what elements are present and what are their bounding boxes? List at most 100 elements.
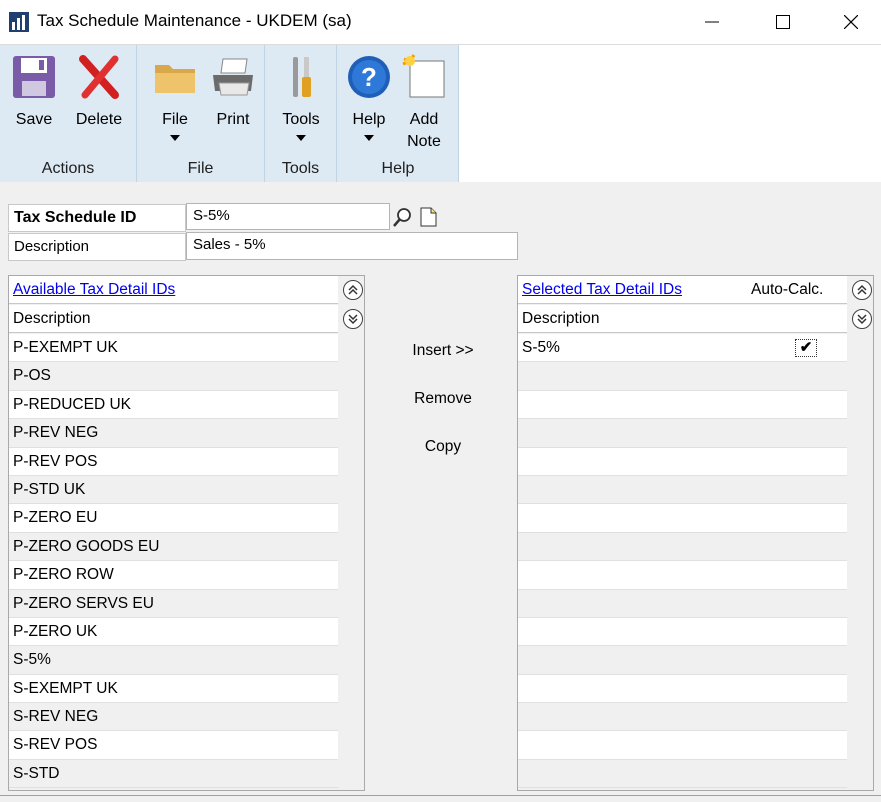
collapse-button[interactable]	[852, 280, 872, 300]
table-row[interactable]	[518, 674, 847, 704]
table-row[interactable]	[518, 589, 847, 618]
folder-icon	[155, 65, 195, 93]
table-row[interactable]	[518, 362, 847, 391]
delete-label: Delete	[75, 111, 123, 128]
maximize-icon	[776, 15, 790, 29]
table-row[interactable]	[518, 703, 847, 732]
ribbon-group-label: Actions	[41, 160, 95, 177]
selected-tax-detail-grid: Selected Tax Detail IDs Auto-Calc. Descr…	[517, 275, 874, 791]
selected-tax-detail-ids-link[interactable]: Selected Tax Detail IDs	[522, 281, 682, 298]
chevron-down-double-icon	[348, 314, 358, 325]
copy-button[interactable]: Copy	[388, 438, 498, 456]
table-row[interactable]: S-5% ✔	[518, 334, 847, 363]
minimize-button[interactable]	[681, 0, 743, 44]
help-button[interactable]: ? Help	[339, 45, 399, 155]
table-row[interactable]: P-ZERO UK	[9, 617, 338, 647]
new-document-icon[interactable]	[417, 206, 439, 228]
table-row[interactable]: P-ZERO EU	[9, 504, 338, 533]
selected-grid-header: Selected Tax Detail IDs Auto-Calc.	[518, 276, 847, 304]
tax-schedule-id-field[interactable]: S-5%	[186, 203, 390, 230]
table-row[interactable]: S-REV POS	[9, 731, 338, 760]
file-button[interactable]: File	[145, 45, 205, 155]
app-chart-icon	[9, 12, 29, 32]
ribbon: Save Delete Actions File Print File Tool…	[0, 44, 881, 182]
delete-icon	[79, 55, 119, 99]
table-row[interactable]	[518, 504, 847, 533]
tools-icon	[293, 57, 311, 97]
file-dropdown-arrow	[170, 135, 180, 141]
table-row[interactable]: P-STD UK	[9, 475, 338, 505]
add-note-button[interactable]: Add Note	[395, 45, 453, 155]
ribbon-group-label: Tools	[281, 160, 320, 177]
title-bar: Tax Schedule Maintenance - UKDEM (sa)	[0, 0, 881, 44]
table-row[interactable]: P-REV POS	[9, 447, 338, 476]
available-grid-header: Available Tax Detail IDs	[9, 276, 338, 304]
remove-button[interactable]: Remove	[388, 390, 498, 408]
ribbon-group-tools: Tools Tools	[265, 45, 337, 182]
ribbon-group-help: ? Help Add Note Help	[337, 45, 459, 182]
chevron-up-double-icon	[348, 284, 358, 295]
table-row[interactable]	[518, 646, 847, 675]
tax-schedule-id-label: Tax Schedule ID	[8, 204, 186, 232]
tools-dropdown-arrow	[296, 135, 306, 141]
expand-button[interactable]	[852, 309, 872, 329]
collapse-button[interactable]	[343, 280, 363, 300]
table-row[interactable]	[518, 419, 847, 448]
description-field[interactable]: Sales - 5%	[186, 232, 518, 260]
table-row[interactable]: S-STD	[9, 759, 338, 789]
ribbon-group-file: File Print File	[137, 45, 265, 182]
print-button[interactable]: Print	[203, 45, 263, 155]
table-row[interactable]	[518, 475, 847, 505]
table-row[interactable]: P-ZERO GOODS EU	[9, 532, 338, 562]
lookup-icon[interactable]	[391, 206, 413, 228]
close-button[interactable]	[820, 0, 881, 44]
copy-label: Copy	[424, 438, 462, 455]
table-row[interactable]: S-5%	[9, 646, 338, 675]
selected-description-column: Description	[518, 305, 847, 333]
note-icon	[402, 54, 445, 98]
table-row[interactable]	[518, 561, 847, 590]
file-label: File	[162, 111, 188, 128]
table-row[interactable]	[518, 390, 847, 420]
table-row[interactable]	[518, 759, 847, 789]
available-tax-detail-grid: Available Tax Detail IDs Description P-E…	[8, 275, 365, 791]
close-icon	[844, 15, 858, 29]
help-icon: ?	[348, 56, 390, 98]
selected-row-description: S-5%	[522, 339, 560, 356]
table-row[interactable]: P-ZERO SERVS EU	[9, 589, 338, 618]
window-title: Tax Schedule Maintenance - UKDEM (sa)	[37, 11, 352, 30]
add-note-label: Add Note	[407, 111, 441, 150]
tools-button[interactable]: Tools	[271, 45, 331, 155]
maximize-button[interactable]	[752, 0, 814, 44]
auto-calc-checkbox[interactable]: ✔	[795, 339, 817, 357]
table-row[interactable]: P-OS	[9, 362, 338, 391]
delete-button[interactable]: Delete	[66, 45, 132, 155]
available-rows: P-EXEMPT UK P-OS P-REDUCED UK P-REV NEG …	[9, 334, 338, 789]
printer-icon	[213, 58, 253, 96]
table-row[interactable]: P-ZERO ROW	[9, 561, 338, 590]
table-row[interactable]	[518, 617, 847, 647]
table-row[interactable]	[518, 532, 847, 562]
table-row[interactable]: P-EXEMPT UK	[9, 334, 338, 363]
table-row[interactable]	[518, 447, 847, 476]
ribbon-panel: Save Delete Actions File Print File Tool…	[0, 45, 459, 182]
available-tax-detail-ids-link[interactable]: Available Tax Detail IDs	[13, 281, 175, 298]
status-bar	[0, 795, 881, 802]
expand-button[interactable]	[343, 309, 363, 329]
table-row[interactable]	[518, 731, 847, 760]
table-row[interactable]: S-EXEMPT UK	[9, 674, 338, 704]
print-label: Print	[216, 111, 250, 128]
selected-rows: S-5% ✔	[518, 334, 847, 789]
svg-text:?: ?	[361, 62, 377, 92]
table-row[interactable]: P-REDUCED UK	[9, 390, 338, 420]
remove-label: Remove	[414, 390, 472, 407]
help-label: Help	[352, 111, 386, 128]
table-row[interactable]: P-REV NEG	[9, 419, 338, 448]
insert-button[interactable]: Insert >>	[388, 342, 498, 360]
description-label: Description	[8, 233, 186, 261]
table-row[interactable]: S-REV NEG	[9, 703, 338, 732]
save-button[interactable]: Save	[4, 45, 64, 155]
save-label: Save	[15, 111, 53, 128]
ribbon-group-label: Help	[381, 160, 415, 177]
tools-label: Tools	[282, 111, 320, 128]
